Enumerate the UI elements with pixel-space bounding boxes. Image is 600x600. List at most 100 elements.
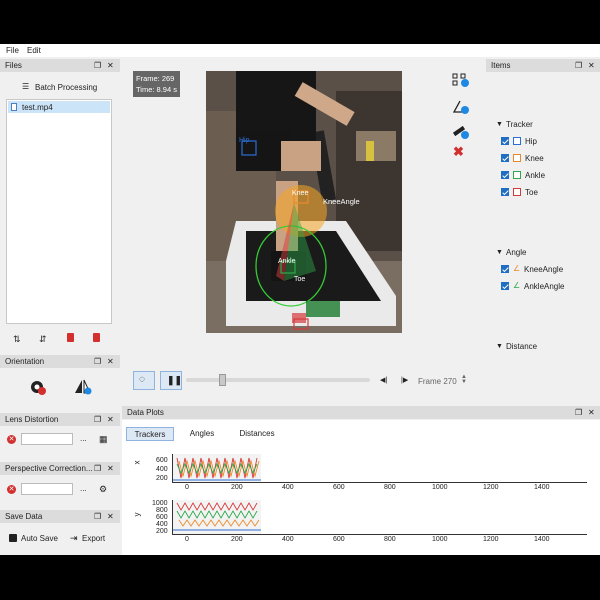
delete-all-icon[interactable] xyxy=(93,333,100,342)
x-tick-label: 200 xyxy=(231,536,243,543)
file-icon xyxy=(11,103,17,111)
tracker-item-toe[interactable]: Toe xyxy=(500,186,600,198)
items-title-text: Items xyxy=(491,61,511,70)
float-icon[interactable]: ❐ xyxy=(94,413,101,426)
frame-spinner[interactable]: ▲ ▼ xyxy=(461,374,467,385)
flip-icon xyxy=(75,379,92,395)
batch-processing-button[interactable]: ☰ Batch Processing xyxy=(22,81,112,93)
menu-edit[interactable]: Edit xyxy=(27,46,41,55)
close-icon[interactable]: ✕ xyxy=(107,59,114,72)
tracker-item-hip[interactable]: Hip xyxy=(500,135,600,147)
checkbox[interactable] xyxy=(501,137,509,145)
checkbox[interactable] xyxy=(501,188,509,196)
tracker-item-ankle[interactable]: Ankle xyxy=(500,169,600,181)
y-tick-label: 200 xyxy=(156,528,168,535)
tracker-label: Toe xyxy=(525,188,538,197)
x-tick-label: 1400 xyxy=(534,484,550,491)
sort-ascending-icon[interactable]: ⇅ xyxy=(13,334,21,345)
checkbox[interactable] xyxy=(501,171,509,179)
step-back-icon[interactable]: ◀| xyxy=(380,376,387,384)
angle-icon: ∠ xyxy=(513,281,521,290)
app-window: File Edit Files ❐ ✕ ☰ Batch Processing t… xyxy=(0,44,600,555)
expand-arrow-icon[interactable]: ▼ xyxy=(496,343,503,350)
perspective-icon[interactable]: ⚙ xyxy=(99,484,107,495)
tab-angles[interactable]: Angles xyxy=(182,427,222,441)
flip-button[interactable] xyxy=(74,379,92,395)
items-panel-title: Items ❐ ✕ xyxy=(486,59,600,72)
delete-icon[interactable] xyxy=(67,333,74,342)
pause-button[interactable]: ❚❚ xyxy=(160,371,182,390)
clear-icon[interactable]: ✕ xyxy=(7,485,16,494)
loop-button[interactable]: ◌ xyxy=(133,371,155,390)
x-tick-label: 800 xyxy=(384,536,396,543)
export-label: Export xyxy=(82,534,106,543)
remove-icon[interactable]: ✖ xyxy=(453,144,464,160)
rotate-button[interactable] xyxy=(30,379,46,395)
x-tick-label: 1000 xyxy=(432,536,448,543)
close-icon[interactable]: ✕ xyxy=(107,413,114,426)
angle-item-knee[interactable]: ∠ KneeAngle xyxy=(500,263,600,275)
float-icon[interactable]: ❐ xyxy=(94,355,101,368)
sort-descending-icon[interactable]: ⇵ xyxy=(39,334,47,345)
x-tick-label: 1400 xyxy=(534,536,550,543)
expand-arrow-icon[interactable]: ▼ xyxy=(496,121,503,128)
tab-trackers[interactable]: Trackers xyxy=(126,427,174,441)
close-icon[interactable]: ✕ xyxy=(107,462,114,475)
perspective-panel-title: Perspective Correction... ❐ ✕ xyxy=(0,462,120,475)
expand-arrow-icon[interactable]: ▼ xyxy=(496,249,503,256)
angle-item-ankle[interactable]: ∠ AnkleAngle xyxy=(500,280,600,292)
perspective-file-field[interactable] xyxy=(21,483,73,495)
close-icon[interactable]: ✕ xyxy=(107,510,114,523)
browse-button[interactable]: ... xyxy=(80,434,87,443)
tab-distances[interactable]: Distances xyxy=(232,427,282,441)
add-angle-button[interactable] xyxy=(452,99,470,115)
y-tick-label: 800 xyxy=(156,507,168,514)
batch-icon: ☰ xyxy=(22,82,30,91)
color-swatch xyxy=(513,137,521,145)
file-list[interactable]: test.mp4 xyxy=(6,99,112,324)
auto-save-button[interactable]: Auto Save xyxy=(9,534,59,545)
lens-title-text: Lens Distortion xyxy=(5,415,59,424)
add-distance-button[interactable] xyxy=(452,124,470,140)
rotate-icon xyxy=(31,381,46,395)
float-icon[interactable]: ❐ xyxy=(575,59,582,72)
float-icon[interactable]: ❐ xyxy=(94,510,101,523)
y-tick-label: 200 xyxy=(156,475,168,482)
list-item[interactable]: test.mp4 xyxy=(8,101,110,113)
batch-label: Batch Processing xyxy=(35,83,98,92)
step-forward-icon[interactable]: |▶ xyxy=(401,376,408,384)
clear-icon[interactable]: ✕ xyxy=(7,435,16,444)
float-icon[interactable]: ❐ xyxy=(575,406,582,419)
x-tick-label: 600 xyxy=(333,536,345,543)
float-icon[interactable]: ❐ xyxy=(94,462,101,475)
tracker-item-knee[interactable]: Knee xyxy=(500,152,600,164)
lens-file-field[interactable] xyxy=(21,433,73,445)
x-tick-label: 1200 xyxy=(483,536,499,543)
checkbox[interactable] xyxy=(501,282,509,290)
tracker-y-plot[interactable] xyxy=(172,500,587,535)
close-icon[interactable]: ✕ xyxy=(588,406,595,419)
export-button[interactable]: ⇥ Export xyxy=(70,533,110,545)
color-swatch xyxy=(513,154,521,162)
video-view[interactable]: Hip Knee KneeAngle Ankle Toe xyxy=(206,71,402,333)
plot-tabs: Trackers Angles Distances xyxy=(126,427,426,441)
checkerboard-icon[interactable]: ▦ xyxy=(99,434,108,445)
x-tick-label: 200 xyxy=(231,484,243,491)
playback-slider[interactable] xyxy=(186,374,370,386)
tracker-x-plot[interactable] xyxy=(172,454,587,483)
orientation-panel-title: Orientation ❐ ✕ xyxy=(0,355,120,368)
close-icon[interactable]: ✕ xyxy=(107,355,114,368)
menu-file[interactable]: File xyxy=(6,46,19,55)
browse-button[interactable]: ... xyxy=(80,484,87,493)
plots-area: Trackers Angles Distances x 600 400 200 … xyxy=(122,420,600,555)
close-icon[interactable]: ✕ xyxy=(588,59,595,72)
float-icon[interactable]: ❐ xyxy=(94,59,101,72)
x-tick-row: 0 200 400 600 800 1000 1200 1400 xyxy=(172,536,592,546)
add-tracker-button[interactable] xyxy=(452,72,470,88)
checkbox[interactable] xyxy=(501,265,509,273)
checkbox[interactable] xyxy=(501,154,509,162)
slider-handle[interactable] xyxy=(219,374,226,386)
tracker-group-label: Tracker xyxy=(506,120,533,129)
angle-group-label: Angle xyxy=(506,248,527,257)
menu-bar: File Edit xyxy=(0,44,600,57)
